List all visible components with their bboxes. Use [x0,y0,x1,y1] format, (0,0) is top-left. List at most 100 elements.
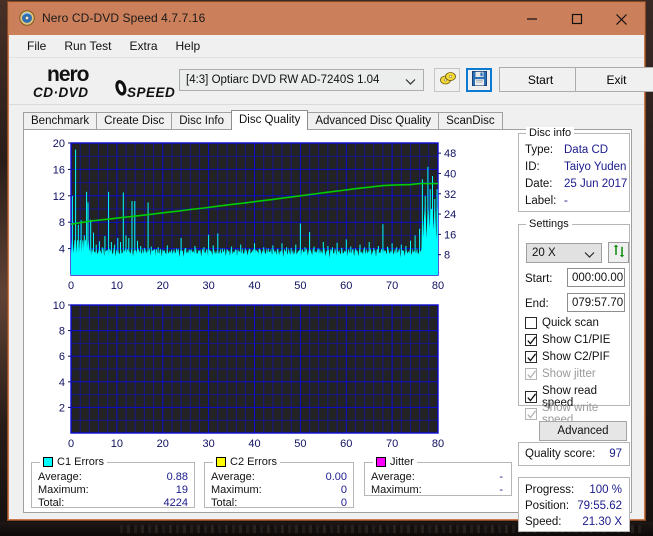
nero-disc-icon [19,10,35,26]
svg-text:70: 70 [386,280,398,292]
settings-panel: Settings 20 X Start: 000:00.00 End: 079:… [518,218,630,441]
svg-text:70: 70 [386,438,398,450]
start-position-value: 000:00.00 [572,271,624,284]
c1-errors-chart: 4 8 12 16 20 8 16 24 32 40 48 0 10 20 30 40 50 60 70 80 [28,133,509,293]
progress-label: Progress: [525,484,575,496]
drive-select[interactable]: [4:3] Optiarc DVD RW AD-7240S 1.04 [179,69,424,91]
svg-text:4: 4 [59,244,65,256]
c2-errors-stats-title: C2 Errors [213,456,281,468]
settings-title: Settings [526,218,572,230]
start-button[interactable]: Start [499,67,582,92]
menu-file[interactable]: File [18,37,55,55]
svg-text:20: 20 [53,138,65,150]
exit-button[interactable]: Exit [575,67,653,92]
nero-logo: nero CD·DVD SPEED [33,62,193,102]
svg-text:16: 16 [53,164,65,176]
checkbox-box [525,408,537,420]
disc-type-value: Data CD [564,144,609,156]
position-value: 79:55.62 [577,500,622,512]
svg-text:10: 10 [111,280,123,292]
menu-help[interactable]: Help [167,37,210,55]
refresh-speed-icon [612,244,626,261]
speed-select-value: 20 X [532,247,556,259]
svg-text:10: 10 [111,438,123,450]
disc-date-label: Date: [525,178,553,190]
svg-text:40: 40 [248,438,260,450]
window-controls [509,3,644,35]
eject-disc-icon [439,71,456,90]
end-position-label: End: [525,298,549,310]
c2-errors-stats: C2 Errors Average: 0.00 Maximum: 0 Total… [204,456,354,509]
svg-text:50: 50 [294,438,306,450]
svg-text:30: 30 [203,438,215,450]
jitter-maximum-value: - [499,484,503,496]
checkbox-show-c1-pie[interactable]: Show C1/PIE [525,334,610,346]
svg-text:12: 12 [53,191,65,203]
quality-score-value: 97 [609,448,622,460]
disc-id-value: Taiyo Yuden [564,161,627,173]
toolbar: nero CD·DVD SPEED [4:3] Optiarc DVD RW A… [9,58,653,105]
svg-text:4: 4 [59,377,65,389]
c2-average-label: Average: [211,471,255,483]
c1-average-value: 0.88 [166,471,188,483]
c1-maximum-label: Maximum: [38,484,89,496]
disc-label-value: - [564,195,568,207]
checkbox-label: Quick scan [542,317,599,329]
svg-text:80: 80 [432,280,444,292]
svg-text:8: 8 [444,250,450,262]
svg-text:48: 48 [444,148,456,160]
checkbox-quick-scan[interactable]: Quick scan [525,317,599,329]
speed-value: 21.30 X [582,516,622,528]
checkbox-label: Show jitter [542,368,596,380]
c2-maximum-value: 0 [340,484,347,496]
menu-extra[interactable]: Extra [120,37,166,55]
start-position-field[interactable]: 000:00.00 [567,268,625,287]
advanced-button[interactable]: Advanced [539,421,627,441]
c2-errors-label: C2 Errors [230,456,278,468]
disc-info-title: Disc info [526,127,575,139]
svg-text:40: 40 [444,168,456,180]
position-label: Position: [525,500,570,512]
jitter-stats: Jitter Average: - Maximum: - [364,456,512,496]
c2-color-swatch [216,457,226,467]
checkbox-box [525,351,537,363]
end-position-field[interactable]: 079:57.70 [567,293,625,312]
tab-disc-quality[interactable]: Disc Quality [231,110,309,130]
end-position-value: 079:57.70 [572,296,624,309]
jitter-maximum-label: Maximum: [371,484,422,496]
svg-text:2: 2 [59,402,65,414]
checkbox-show-c2-pif[interactable]: Show C2/PIF [525,351,610,363]
save-button[interactable] [466,68,492,92]
eject-disc-button[interactable] [434,68,460,92]
menu-run-test[interactable]: Run Test [55,37,120,55]
c2-total-label: Total: [211,497,238,509]
c1-errors-stats-title: C1 Errors [40,456,108,468]
close-button[interactable] [599,3,644,35]
minimize-button[interactable] [509,3,554,35]
svg-text:30: 30 [203,280,215,292]
svg-text:8: 8 [59,326,65,338]
c1-average-label: Average: [38,471,82,483]
disc-date-value: 25 Jun 2017 [564,178,628,190]
tab-disc-info[interactable]: Disc Info [171,112,232,130]
tab-advanced-disc-quality[interactable]: Advanced Disc Quality [307,112,440,130]
checkbox-label: Show C2/PIF [542,351,610,363]
checkbox-box [525,334,537,346]
maximize-button[interactable] [554,3,599,35]
svg-text:8: 8 [59,217,65,229]
tab-benchmark[interactable]: Benchmark [23,112,98,130]
svg-text:SPEED: SPEED [127,85,175,100]
speed-select[interactable]: 20 X [526,243,602,263]
menu-bar: File Run Test Extra Help [9,35,644,58]
svg-text:0: 0 [68,438,74,450]
c1-errors-stats: C1 Errors Average: 0.88 Maximum: 19 Tota… [31,456,195,509]
svg-text:60: 60 [340,438,352,450]
jitter-average-value: - [499,471,503,483]
tab-create-disc[interactable]: Create Disc [96,112,173,130]
jitter-average-label: Average: [371,471,415,483]
tab-scandisc[interactable]: ScanDisc [438,112,503,130]
refresh-speed-button[interactable] [608,242,629,263]
disc-type-label: Type: [525,144,554,156]
jitter-label: Jitter [390,456,414,468]
c2-errors-chart: 2 4 6 8 10 0 10 20 30 40 50 60 70 80 [28,297,509,457]
